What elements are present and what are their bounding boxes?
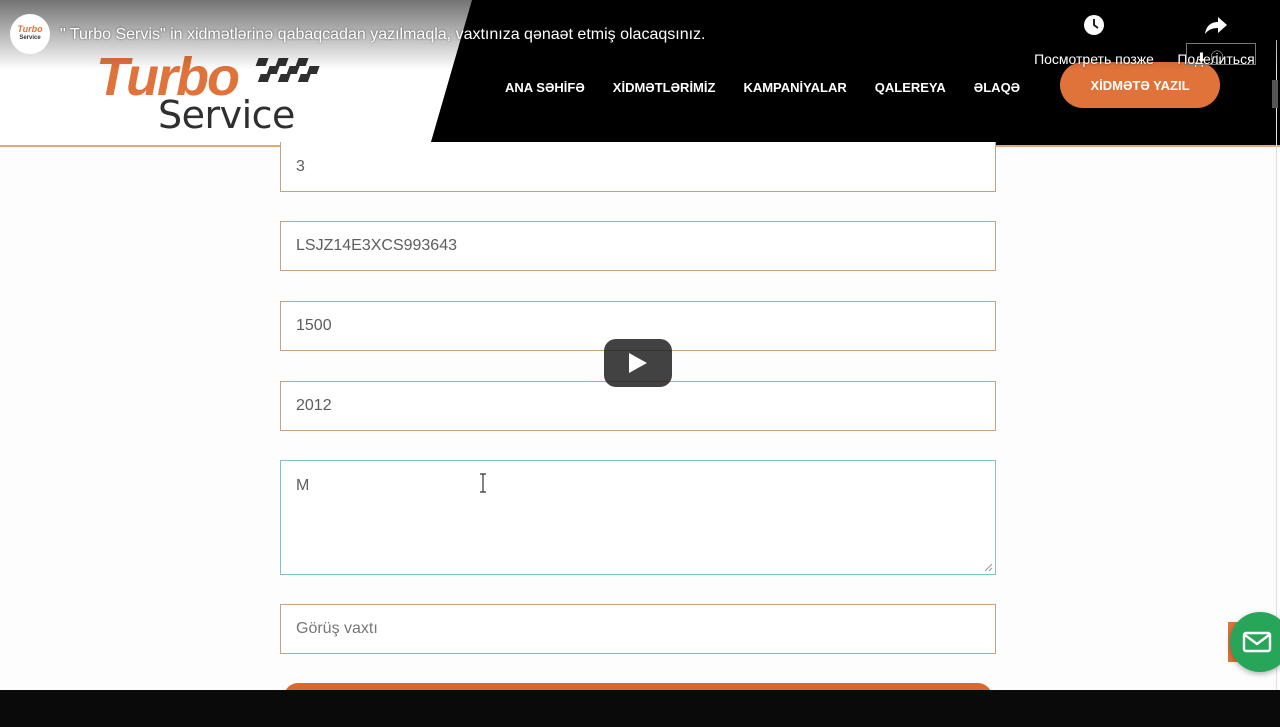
scroll-thumb[interactable] bbox=[1272, 80, 1278, 108]
appointment-time-placeholder: Görüş vaxtı bbox=[296, 620, 378, 637]
text-cursor-icon bbox=[480, 473, 486, 493]
appointment-time-field[interactable]: Görüş vaxtı bbox=[280, 604, 996, 654]
video-title[interactable]: " Turbo Servis" in xidmətlərinə qabaqcad… bbox=[60, 26, 705, 44]
book-service-button[interactable]: XİDMƏTƏ YAZIL bbox=[1060, 62, 1220, 108]
year-field[interactable]: 2012 bbox=[280, 381, 996, 431]
nav-home[interactable]: ANA SƏHİFƏ bbox=[505, 80, 585, 95]
resize-grip-icon[interactable] bbox=[983, 562, 993, 572]
watch-later-button[interactable]: Посмотреть позже bbox=[1030, 14, 1158, 67]
scroll-track[interactable] bbox=[1276, 40, 1277, 690]
main-nav: ANA SƏHİFƏ XİDMƏTLƏRİMİZ KAMPANİYALAR QA… bbox=[505, 80, 1048, 95]
message-textarea[interactable]: M bbox=[280, 460, 996, 575]
player-bottom-bar bbox=[0, 690, 1280, 727]
avatar-line1: Turbo bbox=[17, 24, 43, 34]
submit-button[interactable] bbox=[284, 683, 992, 690]
avatar-line2: Service bbox=[19, 35, 41, 41]
nav-services[interactable]: XİDMƏTLƏRİMİZ bbox=[613, 80, 716, 95]
watch-later-label: Посмотреть позже bbox=[1034, 51, 1154, 67]
info-icon[interactable]: ⬇ ⓘ bbox=[1196, 47, 1224, 66]
turbo-service-logo[interactable]: Turbo Service bbox=[92, 48, 332, 138]
video-frame[interactable]: Turbo Service ANA SƏHİFƏ XİDMƏTLƏRİMİZ K… bbox=[0, 0, 1280, 690]
form-field-1[interactable]: 3 bbox=[280, 142, 996, 192]
channel-avatar[interactable]: Turbo Service bbox=[10, 14, 50, 54]
play-button[interactable] bbox=[604, 339, 672, 387]
message-textarea-value: M bbox=[296, 477, 310, 494]
checkered-flag-icon bbox=[255, 58, 320, 82]
play-icon bbox=[629, 353, 647, 373]
logo-service-text: Service bbox=[158, 93, 295, 137]
clock-icon bbox=[1084, 15, 1104, 35]
share-arrow-icon bbox=[1205, 17, 1227, 34]
vin-field[interactable]: LSJZ14E3XCS993643 bbox=[280, 221, 996, 271]
nav-contact[interactable]: ƏLAQƏ bbox=[974, 80, 1020, 95]
nav-gallery[interactable]: QALEREYA bbox=[875, 80, 946, 95]
mail-button[interactable] bbox=[1230, 612, 1280, 672]
nav-campaigns[interactable]: KAMPANİYALAR bbox=[743, 80, 846, 95]
envelope-icon bbox=[1242, 631, 1272, 653]
